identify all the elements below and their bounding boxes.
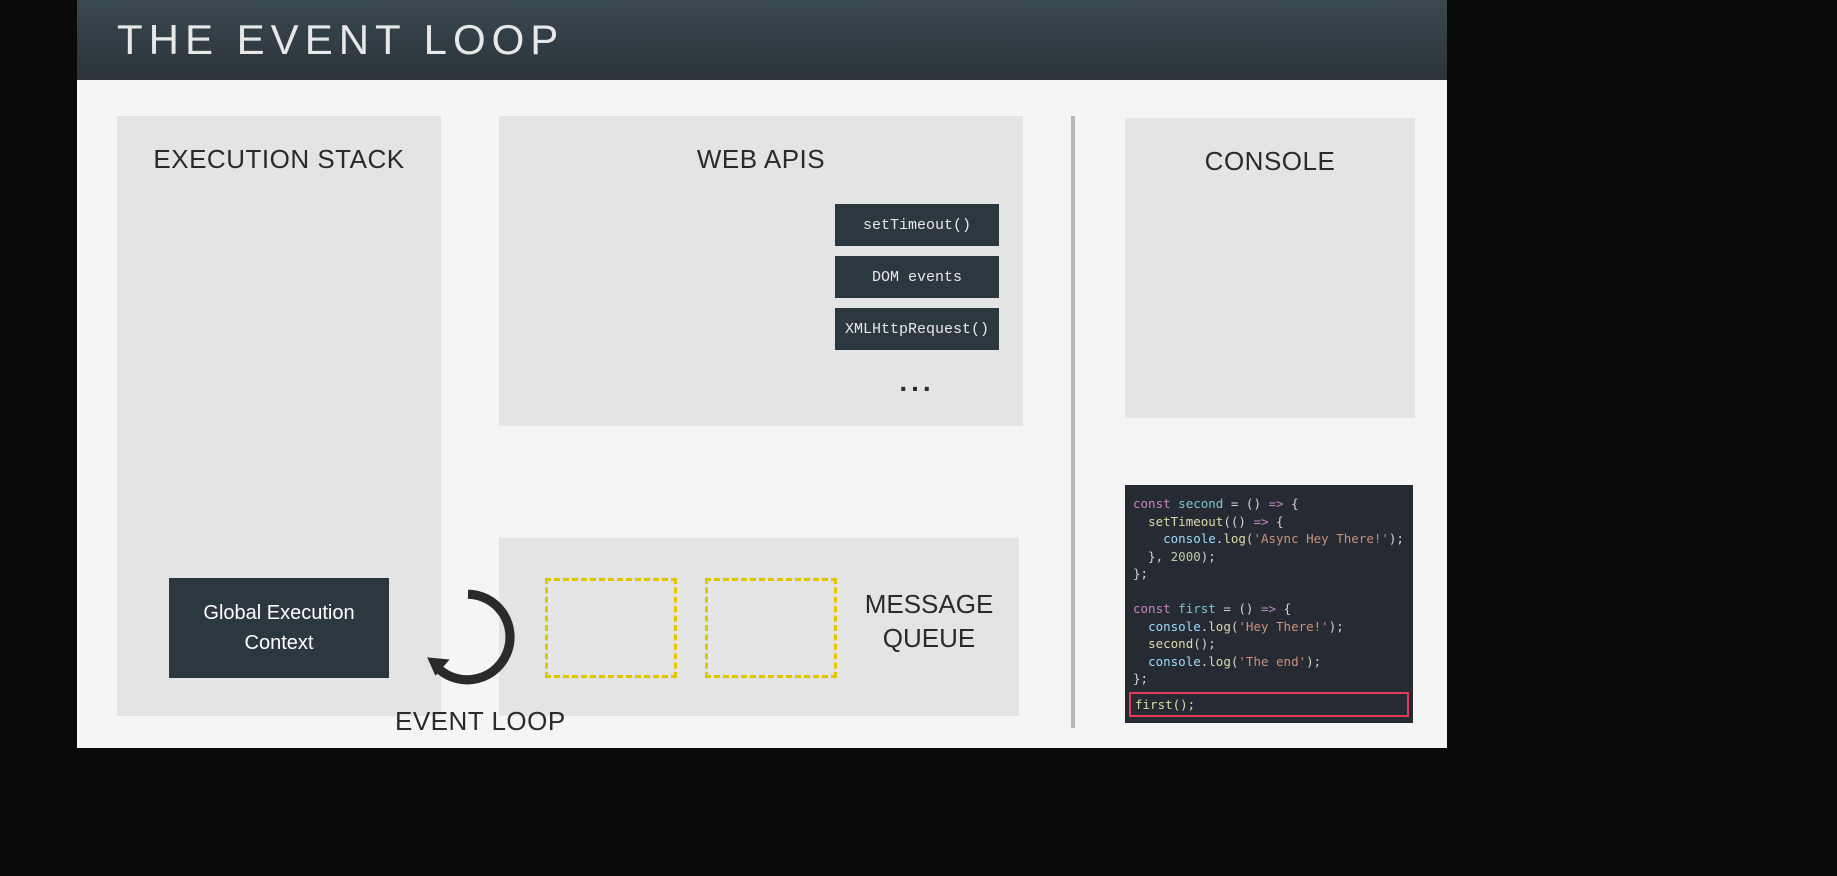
global-execution-context-label: Global Execution Context — [203, 598, 354, 658]
api-item-xhr: XMLHttpRequest() — [835, 308, 999, 350]
code-keyword: const — [1133, 601, 1171, 616]
slide-content: EXECUTION STACK Global Execution Context… — [77, 80, 1447, 748]
code-highlight-line: first(); — [1129, 692, 1409, 718]
event-loop-label: EVENT LOOP — [395, 706, 566, 737]
console-title: CONSOLE — [1125, 146, 1415, 177]
global-execution-context-box: Global Execution Context — [169, 578, 389, 678]
code-obj: console — [1148, 654, 1201, 669]
code-keyword: const — [1133, 496, 1171, 511]
api-item-settimeout: setTimeout() — [835, 204, 999, 246]
execution-stack-title: EXECUTION STACK — [117, 144, 441, 175]
api-item-domevents: DOM events — [835, 256, 999, 298]
slide: THE EVENT LOOP EXECUTION STACK Global Ex… — [77, 0, 1447, 748]
code-var: first — [1178, 601, 1216, 616]
code-string: 'Hey There!' — [1238, 619, 1328, 634]
console-panel: CONSOLE — [1125, 118, 1415, 418]
web-apis-title: WEB APIS — [499, 144, 1023, 175]
code-var: second — [1178, 496, 1223, 511]
web-apis-list: setTimeout() DOM events XMLHttpRequest()… — [835, 204, 999, 398]
message-queue-slot-1 — [545, 578, 677, 678]
code-fn: log — [1208, 619, 1231, 634]
code-obj: console — [1148, 619, 1201, 634]
api-ellipsis: ... — [835, 366, 999, 398]
code-block: const second = () => { setTimeout(() => … — [1125, 485, 1413, 723]
code-string: 'The end' — [1238, 654, 1306, 669]
code-fn: log — [1208, 654, 1231, 669]
event-loop-icon — [417, 586, 519, 688]
code-fn: log — [1223, 531, 1246, 546]
code-fn: setTimeout — [1148, 514, 1223, 529]
vertical-divider — [1071, 116, 1075, 728]
code-string: 'Async Hey There!' — [1253, 531, 1388, 546]
message-queue-title: MESSAGE QUEUE — [859, 588, 999, 656]
message-queue-panel: MESSAGE QUEUE — [499, 538, 1019, 716]
message-queue-slot-2 — [705, 578, 837, 678]
execution-stack-panel: EXECUTION STACK Global Execution Context — [117, 116, 441, 716]
code-fn: second — [1148, 636, 1193, 651]
slide-title: THE EVENT LOOP — [117, 16, 564, 64]
web-apis-panel: WEB APIS setTimeout() DOM events XMLHttp… — [499, 116, 1023, 426]
code-obj: console — [1163, 531, 1216, 546]
slide-header: THE EVENT LOOP — [77, 0, 1447, 80]
code-call: first(); — [1135, 697, 1195, 712]
code-number: 2000 — [1171, 549, 1201, 564]
